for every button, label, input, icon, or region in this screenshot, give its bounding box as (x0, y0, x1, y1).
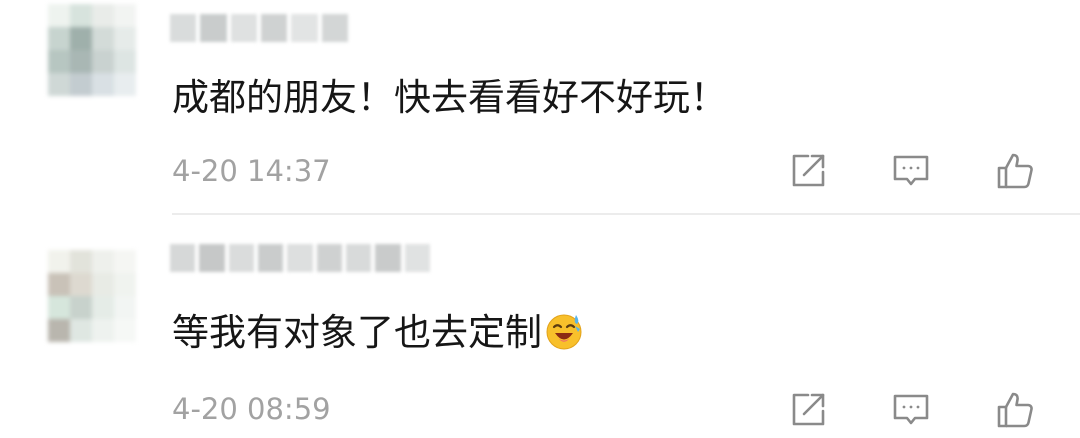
like-button[interactable] (993, 149, 1037, 193)
laughing-sweat-emoji (546, 314, 582, 350)
comment-timestamp: 4-20 14:37 (172, 154, 331, 188)
thumbs-up-icon (997, 392, 1033, 428)
username-blurred[interactable] (170, 14, 348, 42)
comment-text: 成都的朋友！快去看看好不好玩！ (172, 76, 727, 119)
comment-icon (893, 394, 929, 425)
avatar[interactable] (48, 4, 136, 96)
comment-timestamp: 4-20 08:59 (172, 392, 331, 426)
comment-text-content: 等我有对象了也去定制 (172, 311, 542, 354)
reply-button[interactable] (889, 149, 933, 193)
comment-icon (893, 155, 929, 186)
share-button[interactable] (786, 388, 830, 432)
share-icon (792, 154, 825, 187)
share-button[interactable] (786, 149, 830, 193)
comment-item: 成都的朋友！快去看看好不好玩！ 4-20 14:37 (0, 0, 1080, 214)
reply-button[interactable] (889, 388, 933, 432)
thumbs-up-icon (997, 153, 1033, 189)
share-icon (792, 393, 825, 426)
like-button[interactable] (993, 388, 1037, 432)
comment-item: 等我有对象了也去定制 4-20 08:59 (0, 216, 1080, 438)
comment-text: 等我有对象了也去定制 (172, 311, 584, 355)
username-blurred[interactable] (170, 244, 430, 272)
avatar[interactable] (48, 250, 136, 342)
divider (172, 213, 1080, 215)
